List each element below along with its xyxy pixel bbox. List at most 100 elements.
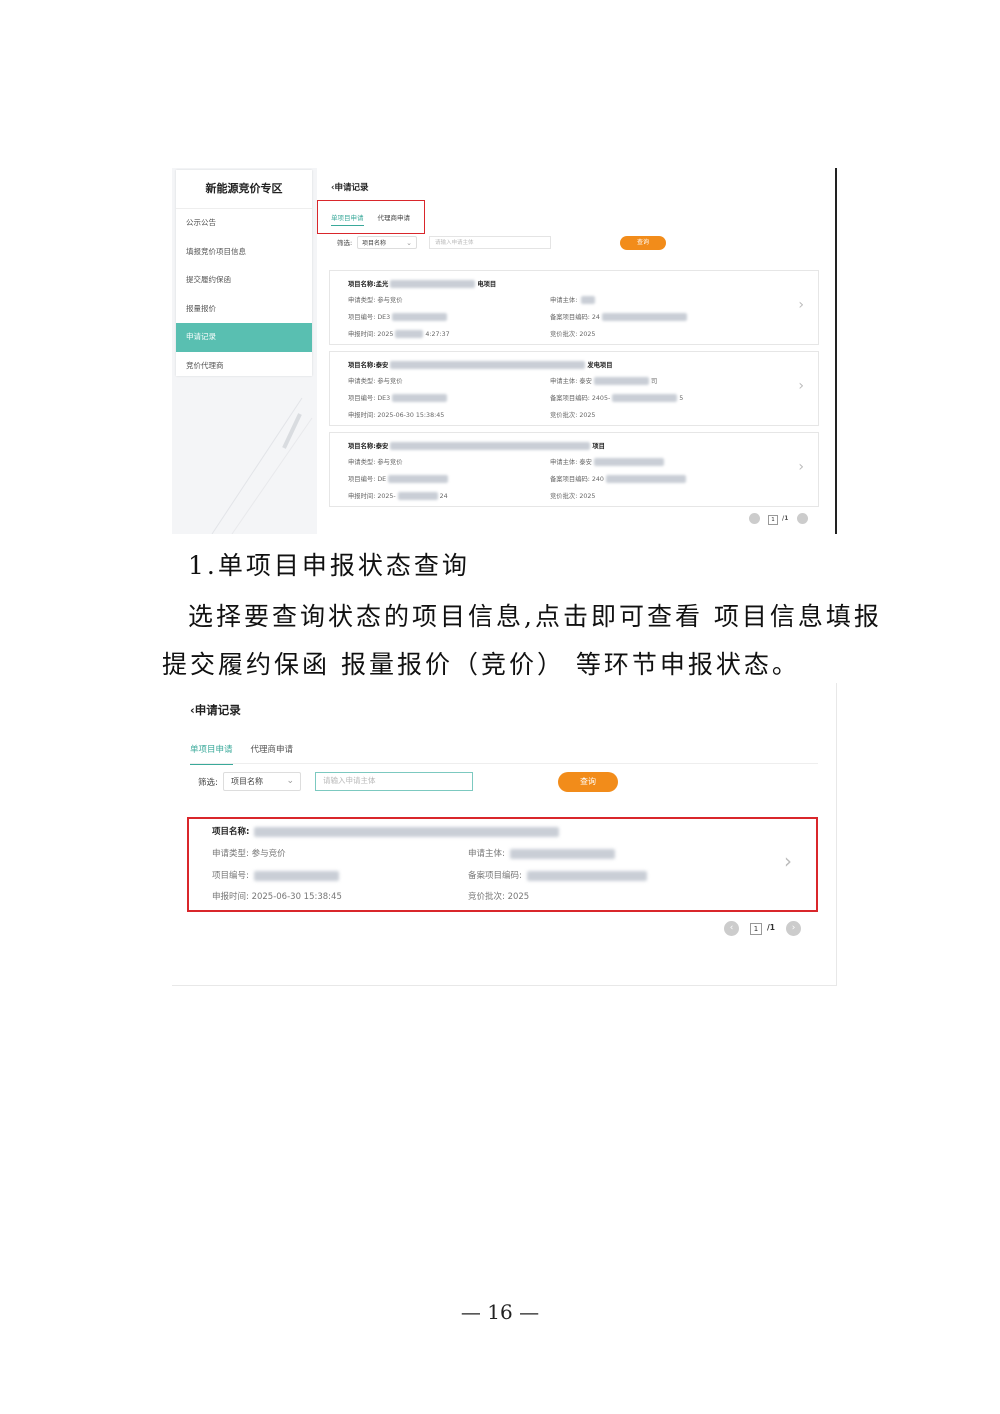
label: 备案项目编码:	[550, 314, 590, 321]
redacted-text	[392, 313, 448, 321]
apply-subject: 申请主体:	[550, 295, 597, 304]
redacted-text	[509, 848, 615, 859]
tab-bar: 单项目申请 代理商申请	[331, 212, 424, 226]
page-total: /1	[782, 515, 789, 522]
label: 申请主体:	[550, 297, 578, 304]
tab-agent[interactable]: 代理商申请	[251, 743, 294, 755]
record-card[interactable]: 项目名称:孟光 电项目 申请类型: 参与竞价 项目编号: DE3 申报时间: 20…	[329, 270, 819, 345]
record-code: 备案项目编码: 2405- 5	[550, 393, 683, 402]
redacted-text	[605, 475, 686, 483]
redacted-text	[392, 394, 448, 402]
label: 申请主体:	[468, 849, 505, 859]
section-heading: 1.单项目申报状态查询	[188, 551, 470, 580]
label: 竞价批次:	[550, 331, 578, 338]
project-code: 项目编号: DE3	[348, 393, 449, 402]
chevron-right-icon[interactable]: ›	[798, 459, 804, 475]
query-button[interactable]: 查询	[558, 772, 618, 792]
sidebar-item-bid-quote[interactable]: 报量报价	[176, 295, 312, 324]
chevron-right-icon[interactable]: ›	[798, 378, 804, 394]
tab-bar: 单项目申请 代理商申请	[190, 743, 311, 765]
label: 申请类型:	[348, 297, 376, 304]
next-page-button[interactable]	[797, 513, 808, 524]
record-card[interactable]: 项目名称:泰安 发电项目 申请类型: 参与竞价 项目编号: DE3 申报时间: 2…	[329, 351, 819, 426]
value: 参与竞价	[377, 459, 403, 466]
page-title-text: 申请记录	[334, 183, 369, 193]
project-code: 项目编号: DE	[348, 474, 450, 483]
chevron-right-icon[interactable]: ›	[798, 297, 804, 313]
sidebar-item-application-records[interactable]: 申请记录	[176, 323, 312, 352]
redacted-text	[593, 377, 649, 385]
apply-type: 申请类型: 参与竞价	[348, 295, 403, 304]
value: 24	[591, 314, 600, 321]
chevron-down-icon: ⌄	[406, 239, 412, 247]
value: 参与竞价	[251, 849, 286, 859]
project-code: 项目编号: DE3	[348, 312, 449, 321]
label: 申报时间:	[348, 331, 376, 338]
prev-page-button[interactable]	[749, 513, 760, 524]
record-card[interactable]: 项目名称:泰安 项目 申请类型: 参与竞价 项目编号: DE 申报时间: 2025…	[329, 432, 819, 507]
redacted-text	[581, 296, 596, 304]
submit-time: 申报时间: 2025-06-30 15:38:45	[348, 410, 444, 419]
sidebar-title: 新能源竞价专区	[176, 170, 312, 209]
value: 2025	[507, 892, 530, 902]
paragraph-line-2: 提交履约保函 报量报价（竞价） 等环节申报状态。	[162, 650, 800, 679]
page-current[interactable]: 1	[768, 515, 778, 525]
bid-batch: 竞价批次: 2025	[550, 329, 595, 338]
filter-select-value: 项目名称	[362, 240, 387, 247]
redacted-text	[390, 442, 591, 450]
value: DE	[377, 476, 387, 483]
record-code: 备案项目编码: 24	[550, 312, 689, 321]
next-page-button[interactable]: ›	[786, 921, 801, 936]
label: 竞价批次:	[550, 493, 578, 500]
search-input[interactable]: 请输入申请主体	[315, 772, 473, 791]
value: 司	[650, 378, 658, 385]
value: 电项目	[477, 281, 497, 288]
sidebar-item-fill-project-info[interactable]: 填报竞价项目信息	[176, 238, 312, 267]
filter-select[interactable]: 项目名称 ⌄	[223, 772, 301, 791]
page-title[interactable]: ‹申请记录	[190, 702, 241, 718]
filter-select[interactable]: 项目名称 ⌄	[357, 236, 417, 249]
redacted-text	[390, 280, 476, 288]
tab-agent[interactable]: 代理商申请	[378, 214, 411, 222]
sidebar-item-submit-guarantee[interactable]: 提交履约保函	[176, 266, 312, 295]
value: 2405-	[591, 395, 611, 402]
label: 备案项目编码:	[550, 395, 590, 402]
value: 240	[591, 476, 604, 483]
value: 发电项目	[587, 362, 613, 369]
value: 2025	[579, 331, 596, 338]
label: 申请类型:	[212, 849, 249, 859]
sidebar-item-bid-agent[interactable]: 竞价代理商	[176, 352, 312, 381]
bid-batch: 竞价批次: 2025	[550, 491, 595, 500]
tab-single-project[interactable]: 单项目申请	[331, 214, 364, 226]
project-name: 项目名称:泰安 发电项目	[348, 360, 613, 369]
page-current[interactable]: 1	[750, 923, 762, 935]
label: 项目编号:	[212, 871, 249, 881]
redacted-text	[390, 361, 586, 369]
label: 备案项目编码:	[550, 476, 590, 483]
label: 项目名称:	[348, 281, 376, 288]
value: 2025-06-30 15:38:45	[377, 412, 445, 419]
redacted-text	[593, 458, 664, 466]
tab-divider	[190, 763, 818, 764]
prev-page-button[interactable]: ‹	[724, 921, 739, 936]
project-name: 项目名称:孟光 电项目	[348, 279, 496, 288]
sidebar-item-announcements[interactable]: 公示公告	[176, 209, 312, 238]
value: 泰安	[375, 362, 389, 369]
bid-batch: 竞价批次: 2025	[468, 890, 529, 902]
query-button[interactable]: 查询	[620, 236, 666, 250]
page-title[interactable]: ‹申请记录	[331, 181, 369, 193]
label: 项目名称:	[348, 362, 376, 369]
submit-time: 申报时间: 2025- 24	[348, 491, 448, 500]
label: 项目编号:	[348, 395, 376, 402]
value: DE3	[377, 395, 391, 402]
filter-select-value: 项目名称	[231, 777, 263, 786]
image-border	[835, 168, 837, 534]
value: 2025	[377, 331, 394, 338]
tab-single-project[interactable]: 单项目申请	[190, 743, 233, 765]
paragraph-line-1: 选择要查询状态的项目信息,点击即可查看 项目信息填报	[188, 602, 882, 631]
apply-type: 申请类型: 参与竞价	[348, 457, 403, 466]
search-input[interactable]: 请输入申请主体	[429, 236, 551, 249]
value: 泰安	[579, 378, 592, 385]
chevron-right-icon[interactable]: ›	[784, 849, 792, 873]
redacted-text	[395, 330, 424, 338]
